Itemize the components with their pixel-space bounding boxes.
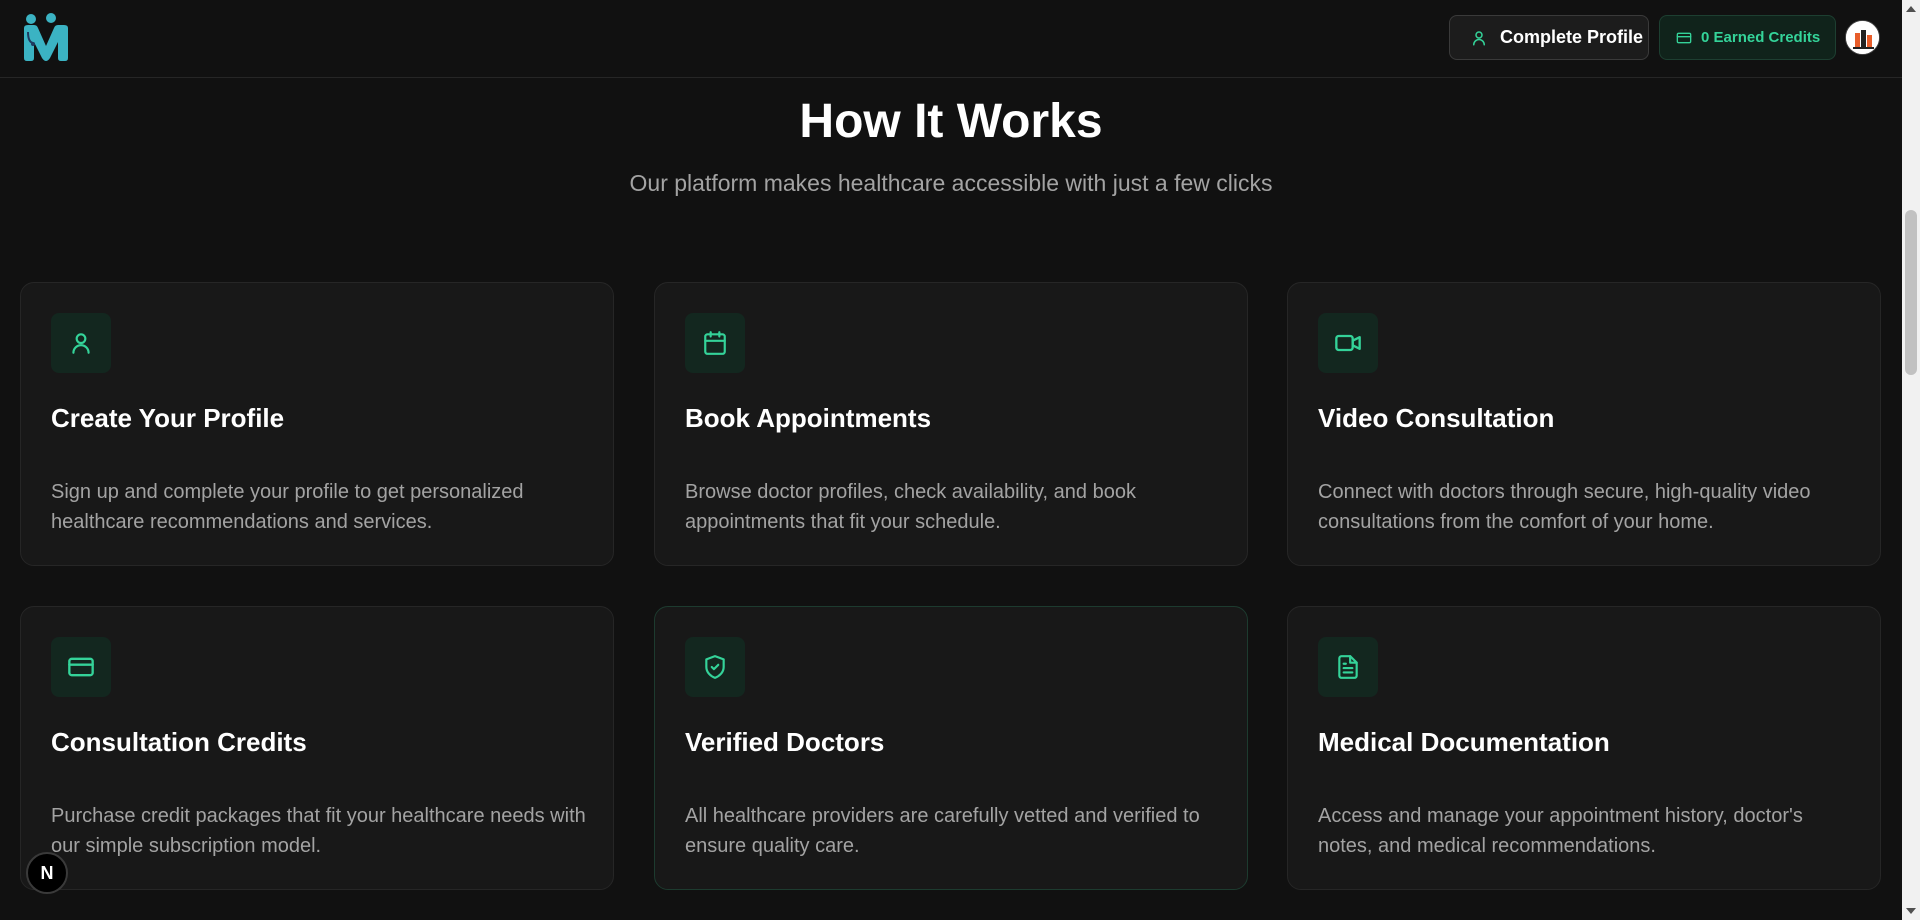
video-icon [1318,313,1378,373]
feature-card-medical-documentation: Medical Documentation Access and manage … [1287,606,1881,890]
card-description: Sign up and complete your profile to get… [51,481,524,533]
vertical-scrollbar[interactable] [1902,0,1920,920]
card-description: Purchase credit packages that fit your h… [51,805,586,857]
credit-card-icon [1676,30,1692,46]
page: Complete Profile 0 Earned Credits How It… [0,0,1920,920]
card-description: Connect with doctors through secure, hig… [1318,481,1811,533]
card-description: All healthcare providers are carefully v… [685,805,1200,857]
feature-card-video-consultation: Video Consultation Connect with doctors … [1287,282,1881,566]
feature-card-create-profile: Create Your Profile Sign up and complete… [20,282,614,566]
card-title: Video Consultation [1318,403,1555,433]
earned-credits-button[interactable]: 0 Earned Credits [1659,15,1836,60]
section-title: How It Works [799,95,1103,148]
card-title: Verified Doctors [685,727,885,757]
card-title: Book Appointments [685,403,932,433]
user-avatar[interactable] [1845,20,1880,55]
badge-label: N [40,862,54,883]
file-text-icon [1318,637,1378,697]
user-icon [1470,29,1488,47]
complete-profile-button[interactable]: Complete Profile [1449,15,1649,60]
card-description: Browse doctor profiles, check availabili… [685,481,1136,533]
card-title: Medical Documentation [1318,727,1610,757]
credit-card-icon [51,637,111,697]
user-icon [51,313,111,373]
complete-profile-label: Complete Profile [1500,27,1644,47]
scroll-down-arrow-icon[interactable] [1906,908,1916,914]
brand-logo[interactable] [20,12,72,64]
card-description: Access and manage your appointment histo… [1318,805,1803,857]
card-title: Consultation Credits [51,727,307,757]
earned-credits-label: 0 Earned Credits [1701,29,1821,46]
feature-card-consultation-credits: Consultation Credits Purchase credit pac… [20,606,614,890]
scrollbar-thumb[interactable] [1905,210,1917,375]
nextjs-dev-badge[interactable]: N [26,852,68,894]
calendar-icon [685,313,745,373]
section-subtitle: Our platform makes healthcare accessible… [629,170,1273,196]
shield-check-icon [685,637,745,697]
scroll-up-arrow-icon[interactable] [1906,6,1916,12]
card-title: Create Your Profile [51,403,285,433]
top-navbar: Complete Profile 0 Earned Credits [0,0,1902,78]
feature-card-book-appointments: Book Appointments Browse doctor profiles… [654,282,1248,566]
feature-card-verified-doctors: Verified Doctors All healthcare provider… [654,606,1248,890]
